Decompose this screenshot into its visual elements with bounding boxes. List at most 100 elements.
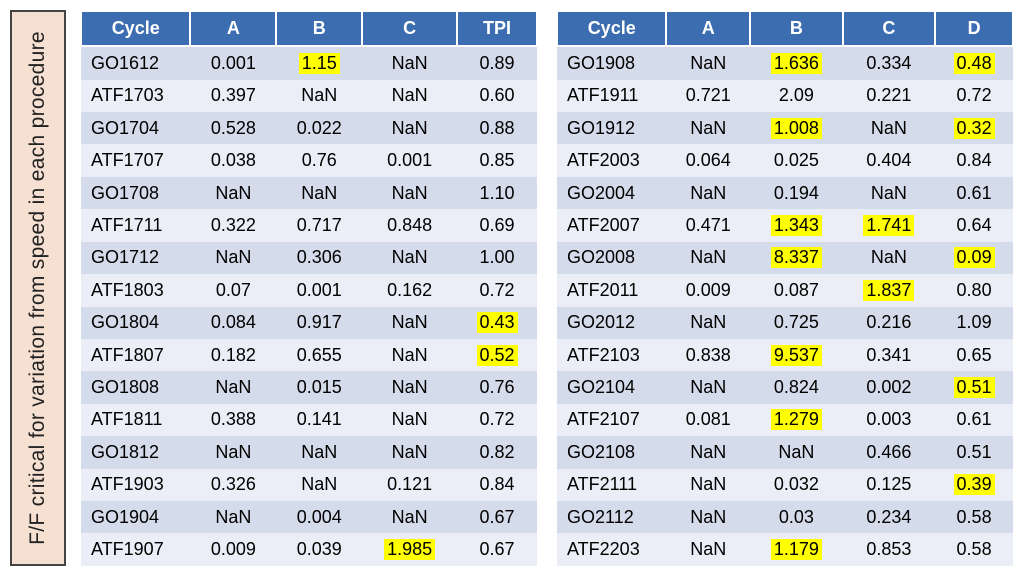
col-last: 0.69 [457, 209, 537, 241]
col-b: 0.725 [750, 307, 843, 339]
cycle: GO2108 [557, 436, 666, 468]
cycle: ATF1703 [81, 80, 190, 112]
col-c: 1.741 [843, 209, 936, 241]
col-c: NaN [362, 112, 457, 144]
col-last: 0.09 [935, 242, 1013, 274]
col-b: 1.179 [750, 533, 843, 566]
col-a: NaN [666, 46, 750, 80]
col-a: NaN [666, 501, 750, 533]
table-row: ATF17030.397NaNNaN0.60 [81, 80, 537, 112]
highlighted-value: 1.279 [771, 409, 822, 430]
col-b: 0.76 [276, 144, 362, 176]
col-b: 0.655 [276, 339, 362, 371]
col-b: 0.039 [276, 533, 362, 566]
highlighted-value: 0.48 [954, 53, 995, 74]
highlighted-value: 9.537 [771, 345, 822, 366]
col-last: 0.43 [457, 307, 537, 339]
cycle: GO1908 [557, 46, 666, 80]
cycle: GO2112 [557, 501, 666, 533]
col-a: NaN [666, 469, 750, 501]
col-c: 1.837 [843, 274, 936, 306]
col-a: NaN [190, 242, 276, 274]
table-row: GO1708NaNNaNNaN1.10 [81, 177, 537, 209]
col-c: 0.234 [843, 501, 936, 533]
cycle: GO1808 [81, 371, 190, 403]
col-b: 2.09 [750, 80, 843, 112]
table-row: GO18040.0840.917NaN0.43 [81, 307, 537, 339]
highlighted-value: 1.741 [863, 215, 914, 236]
col-a: 0.721 [666, 80, 750, 112]
col-c: 0.334 [843, 46, 936, 80]
highlighted-value: 0.09 [954, 247, 995, 268]
col-a: 0.038 [190, 144, 276, 176]
col-c: NaN [362, 371, 457, 403]
cycle: GO1912 [557, 112, 666, 144]
col-b: 0.717 [276, 209, 362, 241]
col-a: 0.322 [190, 209, 276, 241]
table-row: ATF20110.0090.0871.8370.80 [557, 274, 1013, 306]
col-last: 0.67 [457, 501, 537, 533]
col-last: 0.58 [935, 533, 1013, 566]
table-row: GO2112NaN0.030.2340.58 [557, 501, 1013, 533]
table-row: GO2004NaN0.194NaN0.61 [557, 177, 1013, 209]
col-a: NaN [666, 436, 750, 468]
col-last: 0.39 [935, 469, 1013, 501]
col-last: 0.72 [457, 404, 537, 436]
cycle: GO2008 [557, 242, 666, 274]
cycle: GO1812 [81, 436, 190, 468]
col-b: NaN [750, 436, 843, 468]
table-row: ATF2111NaN0.0320.1250.39 [557, 469, 1013, 501]
col-b: 1.008 [750, 112, 843, 144]
cycle: ATF1803 [81, 274, 190, 306]
col-b: 9.537 [750, 339, 843, 371]
col-c: 0.002 [843, 371, 936, 403]
col-c: NaN [843, 112, 936, 144]
col-c: NaN [362, 339, 457, 371]
right-header-c: C [843, 11, 936, 46]
table-row: GO1904NaN0.004NaN0.67 [81, 501, 537, 533]
col-a: 0.471 [666, 209, 750, 241]
col-a: NaN [666, 371, 750, 403]
cycle: GO1904 [81, 501, 190, 533]
cycle: ATF2111 [557, 469, 666, 501]
left-header-cycle: Cycle [81, 11, 190, 46]
left-header-b: B [276, 11, 362, 46]
right-header-d: D [935, 11, 1013, 46]
table-row: ATF20070.4711.3431.7410.64 [557, 209, 1013, 241]
highlighted-value: 1.636 [771, 53, 822, 74]
table-row: ATF21070.0811.2790.0030.61 [557, 404, 1013, 436]
col-last: 0.32 [935, 112, 1013, 144]
col-b: 0.141 [276, 404, 362, 436]
col-c: NaN [362, 80, 457, 112]
col-b: 0.03 [750, 501, 843, 533]
highlighted-value: 1.008 [771, 118, 822, 139]
table-row: ATF19110.7212.090.2210.72 [557, 80, 1013, 112]
col-a: NaN [190, 436, 276, 468]
col-last: 0.48 [935, 46, 1013, 80]
col-last: 0.84 [935, 144, 1013, 176]
cycle: GO1708 [81, 177, 190, 209]
col-a: NaN [190, 501, 276, 533]
col-a: 0.009 [666, 274, 750, 306]
col-a: 0.388 [190, 404, 276, 436]
col-b: 0.025 [750, 144, 843, 176]
left-header-tpi: TPI [457, 11, 537, 46]
col-a: 0.07 [190, 274, 276, 306]
col-last: 0.61 [935, 404, 1013, 436]
cycle: ATF2103 [557, 339, 666, 371]
highlighted-value: 1.985 [384, 539, 435, 560]
highlighted-value: 1.179 [771, 539, 822, 560]
col-c: NaN [843, 242, 936, 274]
col-c: 0.404 [843, 144, 936, 176]
table-row: GO2012NaN0.7250.2161.09 [557, 307, 1013, 339]
col-c: 0.466 [843, 436, 936, 468]
col-b: NaN [276, 177, 362, 209]
col-c: 0.341 [843, 339, 936, 371]
side-caption: F/F critical for variation from speed in… [10, 10, 66, 566]
cycle: GO1612 [81, 46, 190, 80]
cycle: ATF1711 [81, 209, 190, 241]
tables-container: CycleABCTPIGO16120.0011.15NaN0.89ATF1703… [80, 10, 1014, 566]
col-b: 1.15 [276, 46, 362, 80]
col-c: 0.001 [362, 144, 457, 176]
col-last: 0.84 [457, 469, 537, 501]
